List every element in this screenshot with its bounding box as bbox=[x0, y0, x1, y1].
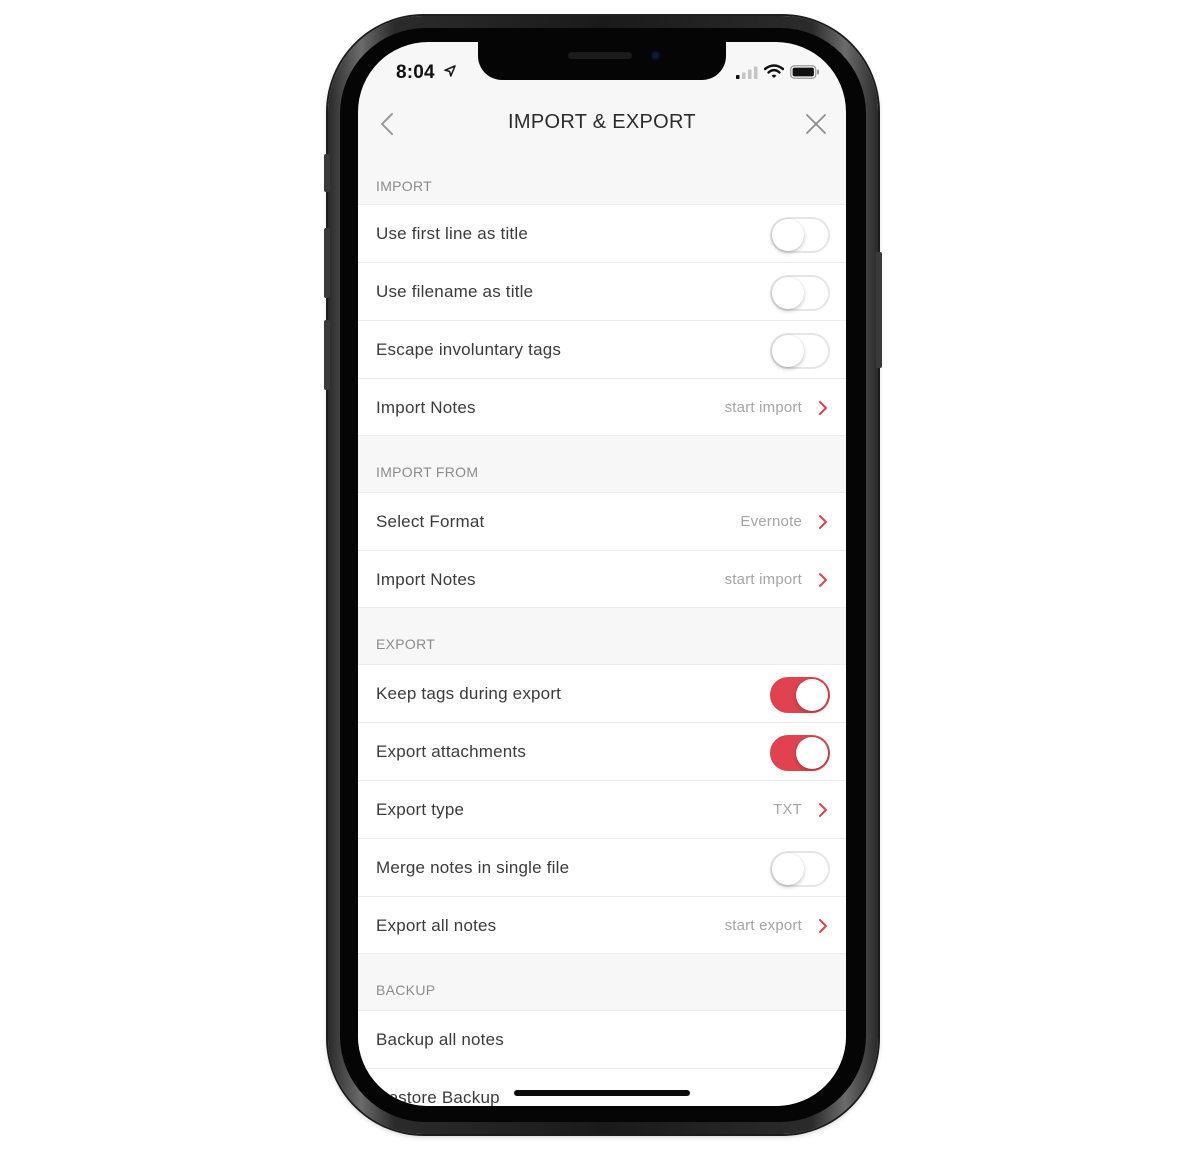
toggle-knob bbox=[772, 219, 804, 251]
power-button bbox=[876, 252, 882, 368]
chevron-right-icon bbox=[819, 803, 827, 817]
toggle-merge-notes-in-single-file[interactable] bbox=[770, 851, 830, 887]
row-backup-all-notes[interactable]: Backup all notes bbox=[358, 1010, 846, 1068]
status-time: 8:04 bbox=[396, 62, 435, 83]
export-section: EXPORT Keep tags during export Export at… bbox=[358, 608, 846, 954]
row-label: Export attachments bbox=[376, 742, 527, 761]
toggle-knob bbox=[772, 277, 804, 309]
toggle-export-attachments[interactable] bbox=[770, 735, 830, 771]
chevron-right-icon bbox=[819, 573, 827, 587]
toggle-knob bbox=[772, 335, 804, 367]
row-label: Use first line as title bbox=[376, 224, 528, 243]
import-from-section: IMPORT FROM Select Format Evernote Impor… bbox=[358, 436, 846, 608]
front-camera bbox=[650, 50, 661, 61]
row-restore-backup[interactable]: Restore Backup bbox=[358, 1068, 846, 1106]
row-label: Merge notes in single file bbox=[376, 858, 570, 877]
toggle-knob bbox=[796, 737, 828, 769]
notch bbox=[478, 42, 726, 80]
section-header-backup: BACKUP bbox=[358, 954, 846, 1010]
row-label: Escape involuntary tags bbox=[376, 340, 562, 359]
section-header-export: EXPORT bbox=[358, 608, 846, 664]
row-label: Export type bbox=[376, 800, 465, 819]
backup-section: BACKUP Backup all notes Restore Backup bbox=[358, 954, 846, 1106]
row-label: Select Format bbox=[376, 512, 485, 531]
row-use-filename-as-title: Use filename as title bbox=[358, 262, 846, 320]
row-use-first-line-as-title: Use first line as title bbox=[358, 204, 846, 262]
row-merge-notes-in-single-file: Merge notes in single file bbox=[358, 838, 846, 896]
close-icon[interactable] bbox=[804, 112, 828, 136]
row-import-from-import-notes[interactable]: Import Notes start import bbox=[358, 550, 846, 608]
row-value: start import bbox=[724, 571, 802, 588]
settings-list: IMPORT Use first line as title Use filen… bbox=[358, 152, 846, 1106]
toggle-escape-involuntary-tags[interactable] bbox=[770, 333, 830, 369]
row-export-all-notes[interactable]: Export all notes start export bbox=[358, 896, 846, 954]
row-label: Backup all notes bbox=[376, 1030, 504, 1049]
row-label: Import Notes bbox=[376, 570, 476, 589]
row-select-format[interactable]: Select Format Evernote bbox=[358, 492, 846, 550]
chevron-right-icon bbox=[819, 515, 827, 529]
location-arrow-icon bbox=[444, 65, 456, 77]
navigation-bar: IMPORT & EXPORT bbox=[358, 94, 846, 152]
row-escape-involuntary-tags: Escape involuntary tags bbox=[358, 320, 846, 378]
wifi-icon bbox=[764, 64, 784, 78]
row-value: TXT bbox=[773, 801, 802, 818]
toggle-knob bbox=[796, 679, 828, 711]
toggle-knob bbox=[772, 853, 804, 885]
row-value: Evernote bbox=[740, 513, 802, 530]
home-indicator[interactable] bbox=[514, 1090, 690, 1096]
row-value: start export bbox=[724, 917, 802, 934]
row-import-notes[interactable]: Import Notes start import bbox=[358, 378, 846, 436]
silent-switch bbox=[324, 154, 330, 192]
battery-icon bbox=[790, 65, 819, 79]
phone-screen: 8:04 IMPORT & EXPORT IMPORT Use first li… bbox=[358, 42, 846, 1106]
page-title: IMPORT & EXPORT bbox=[508, 111, 696, 133]
row-keep-tags-during-export: Keep tags during export bbox=[358, 664, 846, 722]
cellular-signal-icon bbox=[736, 66, 758, 79]
section-header-import: IMPORT bbox=[358, 152, 846, 204]
import-section: IMPORT Use first line as title Use filen… bbox=[358, 152, 846, 436]
row-label: Export all notes bbox=[376, 916, 497, 935]
toggle-use-first-line-as-title[interactable] bbox=[770, 217, 830, 253]
toggle-use-filename-as-title[interactable] bbox=[770, 275, 830, 311]
section-header-import-from: IMPORT FROM bbox=[358, 436, 846, 492]
volume-up-button bbox=[324, 228, 330, 298]
row-export-type[interactable]: Export type TXT bbox=[358, 780, 846, 838]
row-label: Use filename as title bbox=[376, 282, 534, 301]
volume-down-button bbox=[324, 320, 330, 390]
toggle-keep-tags-during-export[interactable] bbox=[770, 677, 830, 713]
earpiece-speaker bbox=[568, 52, 632, 59]
row-label: Import Notes bbox=[376, 398, 476, 417]
row-value: start import bbox=[724, 399, 802, 416]
row-label: Restore Backup bbox=[376, 1088, 500, 1106]
row-label: Keep tags during export bbox=[376, 684, 562, 703]
chevron-right-icon bbox=[819, 919, 827, 933]
row-export-attachments: Export attachments bbox=[358, 722, 846, 780]
chevron-right-icon bbox=[819, 401, 827, 415]
